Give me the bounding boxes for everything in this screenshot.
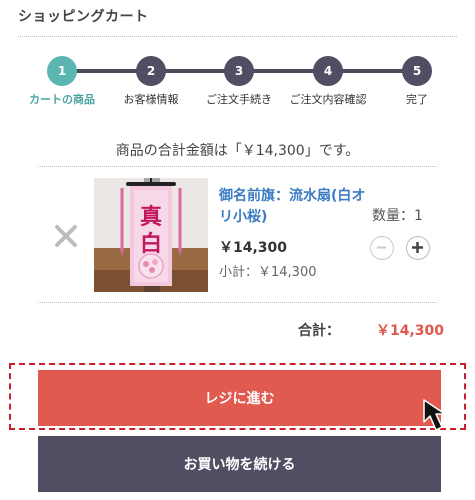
step-customer-info: 2 お客様情報 (106, 56, 196, 107)
title-divider (18, 36, 457, 37)
checkout-button[interactable]: レジに進む (38, 370, 441, 426)
total-value: ￥14,300 (376, 323, 445, 339)
checkout-progress: 1 カートの商品 2 お客様情報 3 ご注文手続き 4 ご注文内容確認 5 完了 (0, 56, 475, 116)
step-label: お客様情報 (123, 93, 179, 106)
step-order-confirm: 4 ご注文内容確認 (283, 56, 373, 107)
increase-quantity-button[interactable] (406, 236, 430, 260)
step-order-procedure: 3 ご注文手続き (194, 56, 284, 107)
mouse-cursor-icon (423, 399, 446, 431)
step-complete: 5 完了 (372, 56, 462, 107)
step-number: 5 (402, 56, 432, 86)
continue-shopping-button[interactable]: お買い物を続ける (38, 436, 441, 492)
minus-icon (377, 246, 386, 249)
plus-icon (412, 242, 423, 253)
step-label: ご注文手続き (206, 93, 272, 106)
step-number: 3 (224, 56, 254, 86)
cart-total-summary: 商品の合計金額は「￥14,300」です。 (115, 143, 360, 159)
item-subtotal: 小計：￥14,300 (219, 265, 317, 280)
product-price: ￥14,300 (219, 240, 288, 256)
divider (38, 302, 437, 303)
step-number: 1 (47, 56, 77, 86)
step-number: 4 (313, 56, 343, 86)
step-number: 2 (136, 56, 166, 86)
product-image[interactable]: 真白 (94, 178, 208, 292)
product-name-link[interactable]: 御名前旗：流水扇(白オリ小桜) (219, 186, 369, 228)
close-icon (55, 225, 77, 247)
total-label: 合計： (298, 323, 340, 339)
step-label: カートの商品 (29, 93, 95, 106)
step-label: ご注文内容確認 (289, 93, 367, 106)
step-cart: 1 カートの商品 (17, 56, 107, 107)
decrease-quantity-button[interactable] (370, 236, 394, 260)
product-image-text: 真白 (139, 204, 162, 257)
page-title: ショッピングカート (18, 9, 149, 25)
remove-item-button[interactable] (52, 222, 80, 250)
quantity-label: 数量：1 (372, 208, 423, 224)
divider (38, 166, 437, 167)
step-label: 完了 (406, 93, 428, 106)
